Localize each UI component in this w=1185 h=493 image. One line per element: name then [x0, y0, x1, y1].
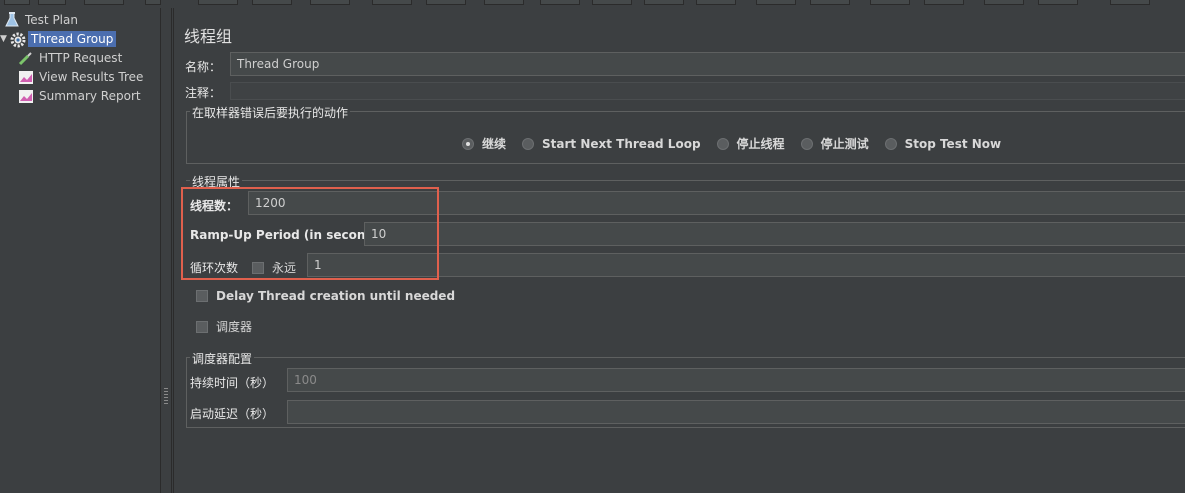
- tree-item-label: HTTP Request: [39, 50, 123, 65]
- toolbar-button[interactable]: [696, 0, 736, 5]
- toolbar-button[interactable]: [484, 0, 524, 5]
- checkbox-box[interactable]: [196, 290, 208, 302]
- toolbar-button[interactable]: [1110, 0, 1150, 5]
- toolbar-button[interactable]: [870, 0, 910, 5]
- toolbar-button[interactable]: [1038, 0, 1078, 5]
- toolbar-button[interactable]: [198, 0, 238, 5]
- gear-icon: [9, 31, 26, 47]
- toolbar-button[interactable]: [756, 0, 796, 5]
- checkbox-box[interactable]: [196, 320, 208, 333]
- duration-field[interactable]: 100: [287, 368, 1185, 392]
- radio-dot[interactable]: [884, 137, 897, 150]
- toolbar-button[interactable]: [540, 0, 580, 5]
- radio-dot[interactable]: [800, 137, 813, 150]
- test-plan-tree: Test Plan ▼ Thread Group HTTP Request Vi…: [0, 8, 160, 493]
- tree-item-label: Thread Group: [28, 30, 117, 47]
- comment-label: 注释：: [185, 86, 222, 100]
- chart-icon: [18, 69, 34, 85]
- error-action-options: 继续 Start Next Thread Loop 停止线程 停止测试 Stop…: [462, 135, 1017, 152]
- tree-item-label: Summary Report: [39, 88, 141, 103]
- toolbar-button[interactable]: [592, 0, 632, 5]
- toolbar-button[interactable]: [644, 0, 684, 5]
- startup-delay-label: 启动延迟（秒）: [190, 407, 275, 421]
- comment-field[interactable]: [230, 82, 1185, 100]
- radio-start-next-thread-loop[interactable]: Start Next Thread Loop: [522, 137, 701, 151]
- toolbar-button[interactable]: [984, 0, 1024, 5]
- radio-stop-test-now[interactable]: Stop Test Now: [884, 137, 1001, 151]
- tree-item-summary-report[interactable]: Summary Report: [18, 86, 141, 105]
- radio-continue[interactable]: 继续: [462, 135, 506, 152]
- toolbar-button[interactable]: [372, 0, 412, 5]
- scheduler-label: 调度器: [216, 320, 253, 334]
- toolbar-button[interactable]: [38, 0, 66, 5]
- delay-thread-creation-checkbox[interactable]: Delay Thread creation until needed: [196, 289, 455, 303]
- tree-item-label: View Results Tree: [39, 69, 144, 84]
- toolbar-button[interactable]: [310, 0, 350, 5]
- toolbar-button[interactable]: [4, 0, 30, 5]
- radio-stop-thread[interactable]: 停止线程: [716, 135, 785, 152]
- toolbar-button[interactable]: [810, 0, 850, 5]
- error-action-legend: 在取样器错误后要执行的动作: [190, 104, 351, 121]
- radio-dot[interactable]: [716, 137, 729, 150]
- highlight-box: [181, 187, 439, 280]
- radio-dot[interactable]: [522, 137, 535, 150]
- name-field[interactable]: Thread Group: [230, 52, 1185, 76]
- page-title: 线程组: [184, 27, 233, 46]
- scheduler-checkbox[interactable]: 调度器: [196, 318, 252, 335]
- rampup-field[interactable]: 10: [364, 222, 1185, 246]
- scheduler-config-legend: 调度器配置: [190, 350, 255, 367]
- delay-thread-creation-label: Delay Thread creation until needed: [216, 289, 456, 303]
- toolbar-button[interactable]: [426, 0, 466, 5]
- tree-item-thread-group[interactable]: ▼ Thread Group: [0, 29, 117, 48]
- chevron-down-icon[interactable]: ▼: [0, 34, 8, 44]
- startup-delay-field[interactable]: [287, 400, 1185, 424]
- radio-dot[interactable]: [462, 137, 474, 150]
- pipette-icon: [18, 50, 34, 66]
- splitter-grip-icon[interactable]: [164, 388, 168, 404]
- name-label: 名称：: [185, 60, 222, 74]
- toolbar-button[interactable]: [924, 0, 964, 5]
- tree-item-view-results-tree[interactable]: View Results Tree: [18, 67, 143, 86]
- tree-item-http-request[interactable]: HTTP Request: [18, 48, 122, 67]
- tree-item-test-plan[interactable]: Test Plan: [4, 10, 78, 29]
- splitter[interactable]: [160, 8, 172, 493]
- toolbar: [0, 0, 1185, 6]
- toolbar-button[interactable]: [145, 0, 161, 5]
- tree-item-label: Test Plan: [25, 12, 78, 27]
- flask-icon: [4, 11, 20, 28]
- radio-stop-test[interactable]: 停止测试: [800, 135, 869, 152]
- duration-label: 持续时间（秒）: [190, 376, 275, 390]
- toolbar-button[interactable]: [252, 0, 292, 5]
- toolbar-button[interactable]: [84, 0, 124, 5]
- chart-icon: [18, 88, 34, 104]
